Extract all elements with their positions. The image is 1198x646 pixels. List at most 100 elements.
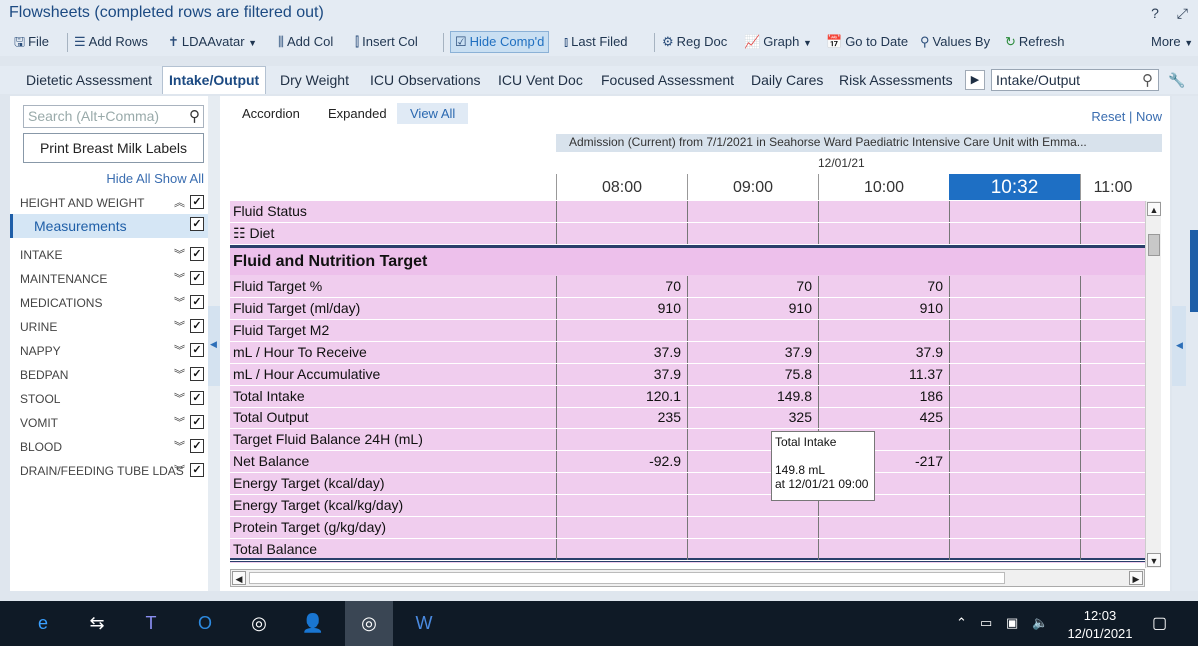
collapse-icon[interactable]: ︽ — [174, 194, 185, 210]
table-row[interactable]: Protein Target (g/kg/day) — [230, 516, 1145, 539]
scroll-thumb[interactable] — [1148, 234, 1160, 256]
notification-icon[interactable]: ▢ — [1152, 613, 1167, 633]
network-icon[interactable]: ▣ — [1006, 615, 1018, 631]
tab-icu-observations[interactable]: ICU Observations — [370, 72, 480, 88]
table-cell[interactable] — [1080, 407, 1145, 429]
group-checkbox[interactable]: ✓ — [190, 439, 204, 453]
table-cell[interactable] — [687, 319, 818, 341]
table-cell[interactable] — [687, 201, 818, 222]
tab-dry-weight[interactable]: Dry Weight — [280, 72, 349, 88]
table-cell[interactable] — [949, 223, 1080, 244]
time-column-header[interactable]: 10:00 — [818, 174, 949, 200]
table-cell[interactable]: 910 — [687, 297, 818, 319]
system-clock[interactable]: 12:03 12/01/2021 — [1062, 607, 1138, 643]
edge-tab[interactable] — [1190, 230, 1198, 312]
nav-group[interactable]: HEIGHT AND WEIGHT ︽ ✓ — [10, 192, 208, 214]
go-to-date-button[interactable]: 📅 Go to Date — [826, 32, 908, 52]
outlook-icon[interactable]: O — [190, 609, 220, 637]
group-checkbox[interactable]: ✓ — [190, 295, 204, 309]
accordion-view-button[interactable]: Accordion — [242, 106, 300, 121]
hide-compd-button[interactable]: ☑ Hide Comp'd — [450, 31, 550, 53]
teams-icon[interactable]: T — [136, 609, 166, 637]
group-checkbox[interactable]: ✓ — [190, 343, 204, 357]
table-cell[interactable]: 37.9 — [818, 341, 949, 363]
table-cell[interactable]: 70 — [818, 276, 949, 297]
table-cell[interactable] — [949, 516, 1080, 538]
print-breast-milk-labels-button[interactable]: Print Breast Milk Labels — [23, 133, 204, 163]
horizontal-scrollbar[interactable]: ◀ ▶ — [230, 569, 1145, 587]
table-cell[interactable] — [1080, 473, 1145, 495]
table-cell[interactable]: 75.8 — [687, 363, 818, 385]
time-column-header[interactable]: 09:00 — [687, 174, 818, 200]
table-cell[interactable]: 120.1 — [556, 385, 687, 407]
table-row[interactable]: Fluid Target (ml/day) 910 910 910 — [230, 297, 1145, 320]
table-cell[interactable] — [949, 341, 1080, 363]
table-row[interactable]: mL / Hour Accumulative 37.9 75.8 11.37 — [230, 363, 1145, 386]
expand-icon[interactable]: ︾ — [174, 318, 185, 334]
refresh-button[interactable]: ↻ Refresh — [1005, 32, 1064, 52]
network-app-icon[interactable]: ⇆ — [82, 609, 112, 637]
scroll-up-icon[interactable]: ▲ — [1147, 202, 1161, 216]
table-cell[interactable]: 149.8 — [687, 385, 818, 407]
table-cell[interactable] — [1080, 341, 1145, 363]
reset-link[interactable]: Reset — [1091, 109, 1125, 124]
time-column-header[interactable]: 11:00 — [1080, 174, 1145, 200]
battery-icon[interactable]: ▭ — [980, 615, 992, 631]
tab-risk-assessments[interactable]: Risk Assessments — [839, 72, 953, 88]
table-row[interactable]: Net Balance -92.9 -217 — [230, 451, 1145, 474]
table-cell[interactable]: 70 — [556, 276, 687, 297]
table-cell[interactable] — [556, 538, 687, 560]
expand-icon[interactable]: ︾ — [174, 342, 185, 358]
table-cell[interactable]: 325 — [687, 407, 818, 429]
left-splitter[interactable]: ◀ — [208, 96, 220, 591]
tab-scroll-right-button[interactable]: ▶ — [965, 70, 985, 90]
table-cell[interactable]: 910 — [818, 297, 949, 319]
expand-icon[interactable]: ︾ — [174, 246, 185, 262]
table-cell[interactable]: 235 — [556, 407, 687, 429]
table-cell[interactable] — [949, 363, 1080, 385]
table-cell[interactable] — [1080, 297, 1145, 319]
search-input[interactable]: Search (Alt+Comma) ⚲ — [23, 105, 204, 128]
expand-icon[interactable]: ︾ — [174, 270, 185, 286]
table-cell[interactable] — [687, 223, 818, 244]
right-sidebar[interactable]: ◀ — [1172, 96, 1198, 591]
insert-col-button[interactable]: ⫿ Insert Col — [355, 32, 418, 52]
lda-avatar-button[interactable]: ✝ LDAAvatar ▼ — [168, 32, 257, 52]
table-cell[interactable] — [1080, 385, 1145, 407]
nav-group[interactable]: BEDPAN ︾ ✓ — [10, 364, 208, 386]
reg-doc-button[interactable]: ⚙ Reg Doc — [662, 32, 727, 52]
view-all-button[interactable]: View All — [397, 103, 469, 124]
wrench-icon[interactable]: 🔧 — [1168, 72, 1185, 89]
epic-active-icon[interactable]: ◎ — [345, 601, 393, 646]
table-cell[interactable] — [1080, 363, 1145, 385]
help-icon[interactable]: ? — [1151, 5, 1159, 21]
table-cell[interactable] — [1080, 276, 1145, 297]
table-row[interactable]: Energy Target (kcal/day) — [230, 473, 1145, 496]
group-checkbox[interactable]: ✓ — [190, 319, 204, 333]
group-checkbox[interactable]: ✓ — [190, 415, 204, 429]
group-checkbox[interactable]: ✓ — [190, 195, 204, 209]
table-cell[interactable] — [1080, 538, 1145, 560]
nav-group[interactable]: MAINTENANCE ︾ ✓ — [10, 268, 208, 290]
table-cell[interactable] — [1080, 516, 1145, 538]
now-link[interactable]: Now — [1136, 109, 1162, 124]
tab-focused-assessment[interactable]: Focused Assessment — [601, 72, 734, 88]
table-cell[interactable] — [687, 538, 818, 560]
table-row[interactable]: Target Fluid Balance 24H (mL) — [230, 429, 1145, 452]
internet-explorer-icon[interactable]: e — [28, 609, 58, 637]
hide-all-link[interactable]: Hide All — [106, 171, 150, 186]
expand-icon[interactable]: ︾ — [174, 366, 185, 382]
table-cell[interactable]: 186 — [818, 385, 949, 407]
table-cell[interactable] — [1080, 223, 1145, 244]
table-cell[interactable] — [949, 473, 1080, 495]
group-checkbox[interactable]: ✓ — [190, 367, 204, 381]
last-filed-button[interactable]: ⫾ Last Filed — [564, 32, 628, 52]
add-col-button[interactable]: ⫼ Add Col — [278, 32, 333, 52]
nav-group[interactable]: VOMIT ︾ ✓ — [10, 412, 208, 434]
section-header[interactable]: Fluid and Nutrition Target — [230, 245, 1145, 275]
table-cell[interactable] — [949, 201, 1080, 222]
table-cell[interactable] — [556, 429, 687, 451]
group-checkbox[interactable]: ✓ — [190, 271, 204, 285]
table-row[interactable]: Energy Target (kcal/kg/day) — [230, 495, 1145, 517]
values-by-button[interactable]: ⚲ Values By — [920, 32, 990, 52]
